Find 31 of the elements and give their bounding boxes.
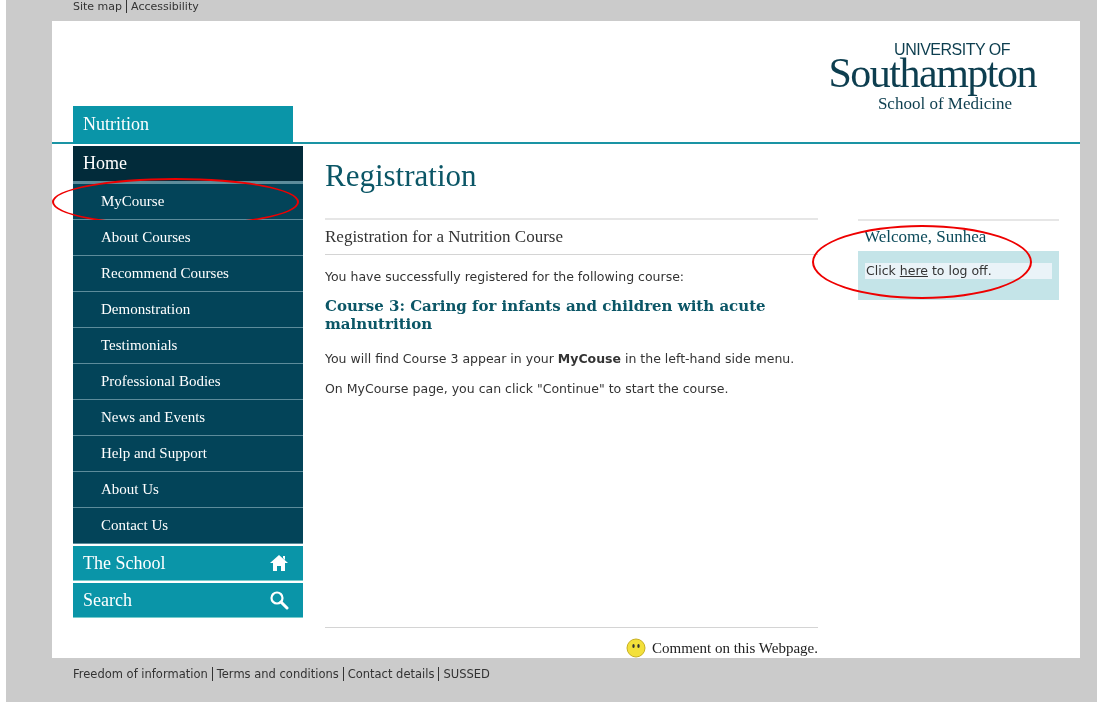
logoff-text: Click here to log off. — [865, 263, 1052, 279]
top-link[interactable]: Site map — [73, 0, 127, 13]
nav-item[interactable]: Help and Support — [73, 436, 303, 472]
nav-item[interactable]: About Us — [73, 472, 303, 508]
intro-text: You have successfully registered for the following course: — [325, 269, 686, 285]
section-header: Nutrition — [73, 106, 293, 144]
section-title: Registration for a Nutrition Course — [325, 218, 818, 255]
nav-item[interactable]: Testimonials — [73, 328, 303, 364]
course-title: Course 3: Caring for infants and children with acute malnutrition — [325, 297, 767, 333]
nav-item[interactable]: MyCourse — [73, 184, 303, 220]
footer-link[interactable]: Contact details — [342, 667, 439, 681]
paragraph: You will find Course 3 appear in your MyCouse in the left-hand side menu. — [325, 351, 796, 367]
page-title: Registration — [325, 158, 478, 195]
logoff-link[interactable]: here — [899, 263, 928, 278]
nav-item[interactable]: Demonstration — [73, 292, 303, 328]
smiley-icon — [626, 638, 646, 658]
nav-item[interactable]: Contact Us — [73, 508, 303, 544]
footer-link[interactable]: Freedom of information — [73, 667, 212, 681]
nav-item[interactable]: Professional Bodies — [73, 364, 303, 400]
paragraph: On MyCourse page, you can click "Continue" to start the course. — [325, 381, 730, 397]
nav-button[interactable]: The School — [73, 546, 303, 581]
nav-item[interactable]: About Courses — [73, 220, 303, 256]
nav-item[interactable]: Recommend Courses — [73, 256, 303, 292]
search-icon — [269, 590, 289, 610]
comment-link[interactable]: Comment on this Webpage. — [652, 639, 818, 657]
nav-item[interactable]: News and Events — [73, 400, 303, 436]
top-link[interactable]: Accessibility — [126, 0, 203, 13]
nav-button[interactable]: Search — [73, 583, 303, 618]
house-icon — [269, 554, 289, 572]
footer-link[interactable]: Terms and conditions — [211, 667, 343, 681]
footer-link[interactable]: SUSSED — [438, 667, 494, 681]
